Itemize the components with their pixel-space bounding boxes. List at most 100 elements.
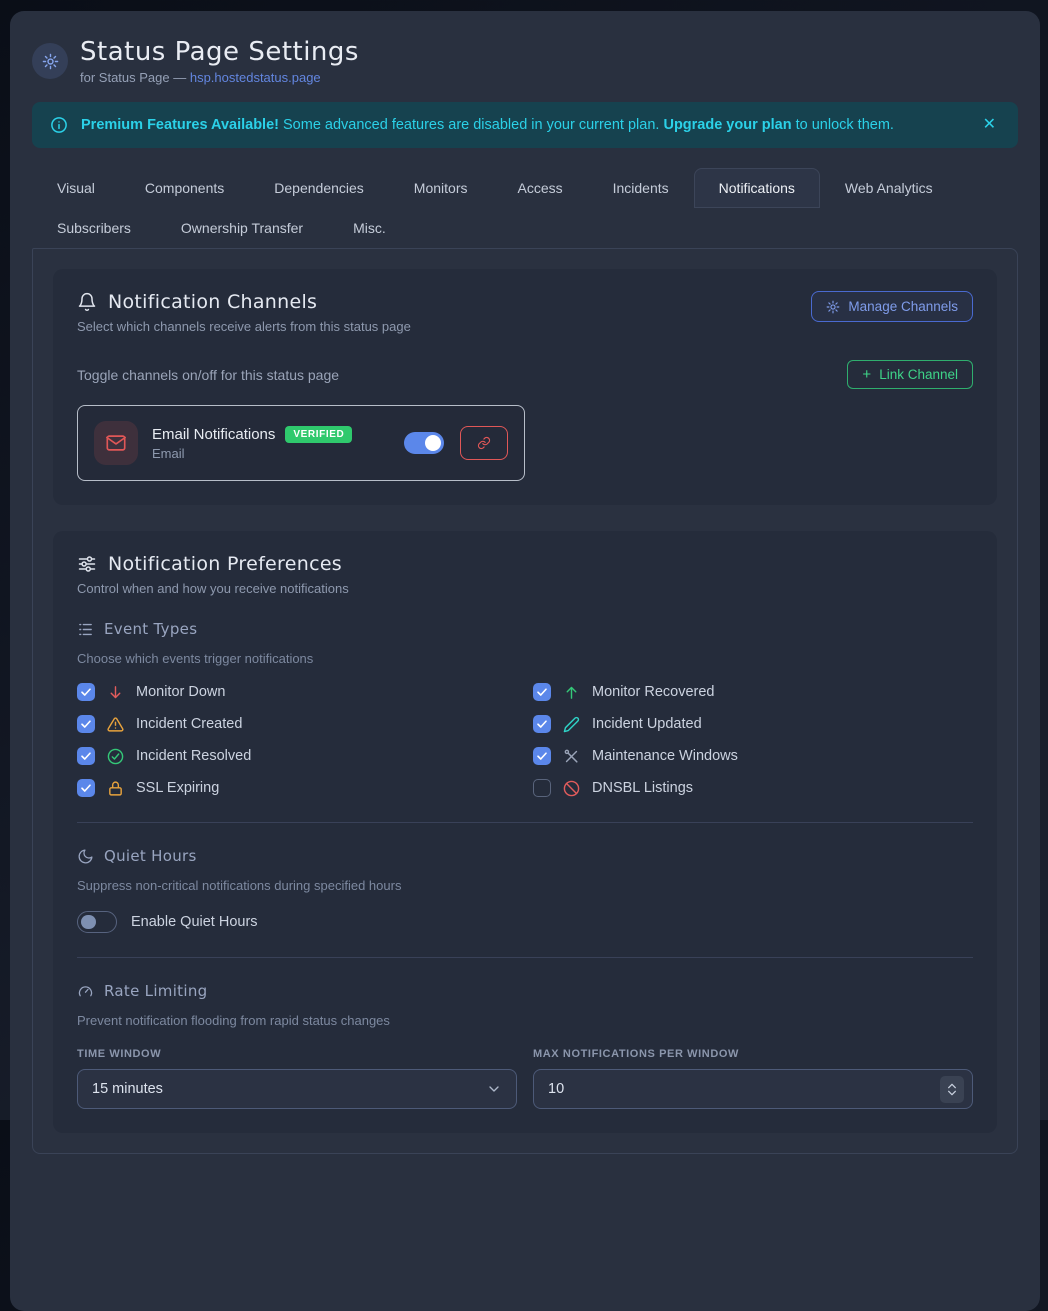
channel-info: Email Notifications VERIFIED Email [152, 426, 390, 461]
chevron-down-icon [947, 1090, 957, 1096]
event-label: Monitor Recovered [592, 684, 715, 700]
quiet-hours-title: Quiet Hours [104, 847, 197, 865]
event-label: Maintenance Windows [592, 748, 738, 764]
event-types-subtitle: Choose which events trigger notification… [77, 651, 973, 666]
slash-icon [563, 780, 580, 797]
quiet-hours-toggle[interactable] [77, 911, 117, 933]
time-window-value: 15 minutes [92, 1081, 163, 1097]
event-checkbox[interactable] [533, 747, 551, 765]
event-checkbox[interactable] [77, 683, 95, 701]
chevron-up-icon [947, 1083, 957, 1089]
banner-bold-text: Premium Features Available! [81, 117, 279, 133]
max-notifications-input[interactable] [534, 1070, 972, 1108]
gear-icon [32, 43, 68, 79]
page-title-block: Status Page Settings for Status Page — h… [80, 37, 359, 85]
time-window-field: TIME WINDOW 15 minutes [77, 1048, 517, 1109]
manage-channels-button[interactable]: Manage Channels [811, 291, 973, 322]
tab-monitors[interactable]: Monitors [389, 168, 493, 208]
notification-preferences-card: Notification Preferences Control when an… [53, 531, 997, 1133]
toggle-channels-hint: Toggle channels on/off for this status p… [77, 367, 339, 383]
rate-limiting-section-header: Rate Limiting [77, 982, 973, 1000]
event-row: Incident Created [77, 714, 517, 734]
tab-access[interactable]: Access [492, 168, 587, 208]
sliders-icon [77, 554, 97, 574]
gauge-icon [77, 983, 94, 1000]
page-subtitle: for Status Page — hsp.hostedstatus.page [80, 70, 359, 85]
plus-icon: + [862, 367, 871, 382]
tab-web-analytics[interactable]: Web Analytics [820, 168, 958, 208]
bell-icon [77, 292, 97, 312]
status-page-link[interactable]: hsp.hostedstatus.page [190, 70, 321, 85]
event-row: SSL Expiring [77, 778, 517, 798]
notification-channels-card: Notification Channels Select which chann… [53, 269, 997, 505]
event-label: Monitor Down [136, 684, 225, 700]
alert-triangle-icon [107, 716, 124, 733]
tab-incidents[interactable]: Incidents [588, 168, 694, 208]
tab-components[interactable]: Components [120, 168, 249, 208]
banner-close-button[interactable]: ✕ [979, 113, 1000, 137]
section-divider [77, 822, 973, 823]
event-label: DNSBL Listings [592, 780, 693, 796]
event-checkbox[interactable] [533, 715, 551, 733]
event-checkbox[interactable] [533, 683, 551, 701]
time-window-label: TIME WINDOW [77, 1048, 517, 1060]
tab-ownership-transfer[interactable]: Ownership Transfer [156, 208, 328, 248]
subtitle-text: for Status Page — [80, 70, 190, 85]
preferences-card-title: Notification Preferences [108, 553, 342, 575]
max-notifications-label: MAX NOTIFICATIONS PER WINDOW [533, 1048, 973, 1060]
upgrade-plan-link[interactable]: Upgrade your plan [663, 117, 791, 133]
check-circle-icon [107, 748, 124, 765]
channel-type: Email [152, 446, 390, 461]
verified-badge: VERIFIED [285, 426, 352, 443]
tab-visual[interactable]: Visual [32, 168, 120, 208]
event-types-title: Event Types [104, 620, 197, 638]
event-types-section-header: Event Types [77, 620, 973, 638]
tools-icon [563, 748, 580, 765]
event-checkbox[interactable] [533, 779, 551, 797]
settings-container: Status Page Settings for Status Page — h… [10, 11, 1040, 1311]
quiet-hours-subtitle: Suppress non-critical notifications duri… [77, 878, 973, 893]
link-icon [477, 436, 491, 450]
arrow-down-icon [107, 684, 124, 701]
link-channel-button[interactable]: + Link Channel [847, 360, 973, 389]
pencil-icon [563, 716, 580, 733]
event-label: Incident Updated [592, 716, 702, 732]
section-divider [77, 957, 973, 958]
tab-content-panel: Notification Channels Select which chann… [32, 248, 1018, 1154]
event-checkbox[interactable] [77, 747, 95, 765]
event-row: Monitor Recovered [533, 682, 973, 702]
toggle-knob [425, 435, 441, 451]
gear-icon [826, 300, 840, 314]
arrow-up-icon [563, 684, 580, 701]
quiet-hours-section-header: Quiet Hours [77, 847, 973, 865]
channel-card-email: Email Notifications VERIFIED Email [77, 405, 525, 481]
time-window-select[interactable]: 15 minutes [77, 1069, 517, 1109]
banner-suffix-text: to unlock them. [792, 117, 894, 133]
channel-link-button[interactable] [460, 426, 508, 460]
quiet-hours-toggle-label: Enable Quiet Hours [131, 914, 258, 930]
tab-notifications[interactable]: Notifications [694, 168, 820, 208]
tab-dependencies[interactable]: Dependencies [249, 168, 389, 208]
page-header: Status Page Settings for Status Page — h… [32, 37, 1018, 85]
max-notifications-field: MAX NOTIFICATIONS PER WINDOW [533, 1048, 973, 1109]
lock-icon [107, 780, 124, 797]
event-label: Incident Resolved [136, 748, 251, 764]
event-row: Incident Resolved [77, 746, 517, 766]
tab-misc[interactable]: Misc. [328, 208, 411, 248]
moon-icon [77, 848, 94, 865]
channels-card-subtitle: Select which channels receive alerts fro… [77, 319, 411, 334]
rate-limiting-subtitle: Prevent notification flooding from rapid… [77, 1013, 973, 1028]
tab-subscribers[interactable]: Subscribers [32, 208, 156, 248]
chevron-down-icon [486, 1081, 502, 1097]
event-checkbox[interactable] [77, 779, 95, 797]
number-spinner[interactable] [940, 1076, 964, 1103]
event-row: Incident Updated [533, 714, 973, 734]
event-checkbox[interactable] [77, 715, 95, 733]
info-icon [50, 116, 68, 134]
premium-banner: Premium Features Available! Some advance… [32, 102, 1018, 148]
page-title: Status Page Settings [80, 37, 359, 67]
preferences-card-subtitle: Control when and how you receive notific… [77, 581, 973, 596]
event-row: Maintenance Windows [533, 746, 973, 766]
channel-toggle[interactable] [404, 432, 444, 454]
event-row: DNSBL Listings [533, 778, 973, 798]
